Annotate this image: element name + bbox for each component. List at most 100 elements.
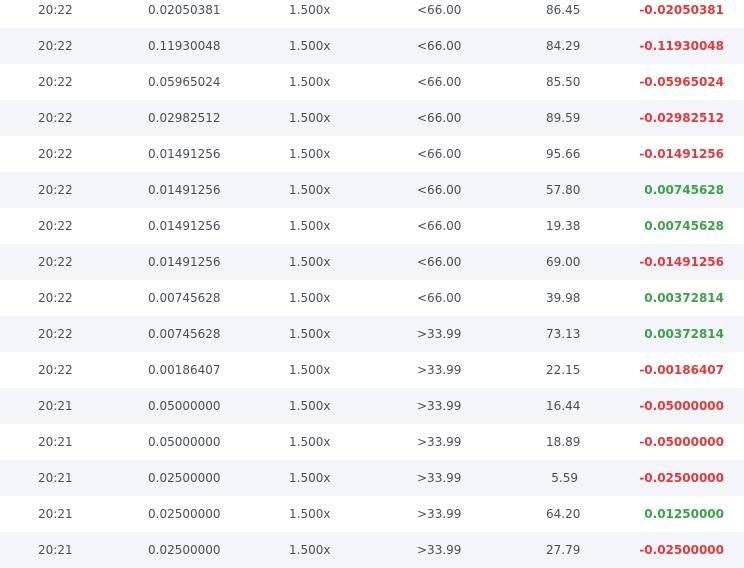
- bet-amount-cell: 0.01491256: [148, 183, 221, 197]
- table-row[interactable]: 20:22 0.00186407 1.500x >33.99 22.15 -0.…: [0, 352, 744, 388]
- table-row[interactable]: 20:21 0.05000000 1.500x >33.99 16.44 -0.…: [0, 388, 744, 424]
- time-cell: 20:21: [38, 435, 73, 449]
- profit-cell: 0.00372814: [644, 327, 724, 341]
- bet-amount-cell: 0.00745628: [148, 291, 221, 305]
- table-row[interactable]: 20:22 0.01491256 1.500x <66.00 69.00 -0.…: [0, 244, 744, 280]
- time-cell: 20:22: [38, 219, 73, 233]
- target-cell: <66.00: [417, 219, 462, 233]
- bet-amount-cell: 0.00186407: [148, 363, 221, 377]
- time-cell: 20:22: [38, 75, 73, 89]
- time-cell: 20:22: [38, 255, 73, 269]
- bet-amount-cell: 0.02500000: [148, 543, 221, 557]
- payout-cell: 1.500x: [289, 147, 331, 161]
- bet-amount-cell: 0.01491256: [148, 219, 221, 233]
- bet-amount-cell: 0.01491256: [148, 255, 221, 269]
- time-cell: 20:22: [38, 3, 73, 17]
- bet-history-table: 20:22 0.02050381 1.500x <66.00 86.45 -0.…: [0, 0, 744, 568]
- payout-cell: 1.500x: [289, 291, 331, 305]
- table-row[interactable]: 20:21 0.02500000 1.500x >33.99 27.79 -0.…: [0, 532, 744, 568]
- profit-cell: -0.05000000: [639, 435, 724, 449]
- bet-amount-cell: 0.05965024: [148, 75, 221, 89]
- target-cell: >33.99: [417, 399, 462, 413]
- payout-cell: 1.500x: [289, 399, 331, 413]
- time-cell: 20:22: [38, 183, 73, 197]
- profit-cell: -0.02982512: [639, 111, 724, 125]
- profit-cell: -0.11930048: [639, 39, 724, 53]
- time-cell: 20:22: [38, 291, 73, 305]
- payout-cell: 1.500x: [289, 3, 331, 17]
- time-cell: 20:21: [38, 507, 73, 521]
- target-cell: >33.99: [417, 507, 462, 521]
- bet-amount-cell: 0.02050381: [148, 3, 221, 17]
- bet-amount-cell: 0.02500000: [148, 471, 221, 485]
- time-cell: 20:21: [38, 471, 73, 485]
- profit-cell: -0.00186407: [639, 363, 724, 377]
- target-cell: >33.99: [417, 363, 462, 377]
- roll-cell: 18.89: [546, 435, 581, 449]
- table-row[interactable]: 20:22 0.11930048 1.500x <66.00 84.29 -0.…: [0, 28, 744, 64]
- profit-cell: -0.02500000: [639, 471, 724, 485]
- table-row[interactable]: 20:22 0.01491256 1.500x <66.00 57.80 0.0…: [0, 172, 744, 208]
- profit-cell: 0.00745628: [644, 183, 724, 197]
- table-row[interactable]: 20:22 0.00745628 1.500x >33.99 73.13 0.0…: [0, 316, 744, 352]
- table-row[interactable]: 20:22 0.02050381 1.500x <66.00 86.45 -0.…: [0, 0, 744, 28]
- time-cell: 20:22: [38, 39, 73, 53]
- roll-cell: 69.00: [546, 255, 581, 269]
- table-row[interactable]: 20:22 0.05965024 1.500x <66.00 85.50 -0.…: [0, 64, 744, 100]
- table-row[interactable]: 20:22 0.01491256 1.500x <66.00 19.38 0.0…: [0, 208, 744, 244]
- payout-cell: 1.500x: [289, 255, 331, 269]
- time-cell: 20:21: [38, 399, 73, 413]
- bet-amount-cell: 0.11930048: [148, 39, 221, 53]
- table-row[interactable]: 20:22 0.00745628 1.500x <66.00 39.98 0.0…: [0, 280, 744, 316]
- target-cell: >33.99: [417, 435, 462, 449]
- time-cell: 20:22: [38, 111, 73, 125]
- bet-amount-cell: 0.02500000: [148, 507, 221, 521]
- target-cell: >33.99: [417, 543, 462, 557]
- payout-cell: 1.500x: [289, 327, 331, 341]
- bet-amount-cell: 0.00745628: [148, 327, 221, 341]
- roll-cell: 22.15: [546, 363, 581, 377]
- target-cell: <66.00: [417, 75, 462, 89]
- profit-cell: -0.01491256: [639, 147, 724, 161]
- roll-cell: 5.59: [551, 471, 578, 485]
- profit-cell: -0.05965024: [639, 75, 724, 89]
- target-cell: <66.00: [417, 111, 462, 125]
- payout-cell: 1.500x: [289, 183, 331, 197]
- profit-cell: -0.05000000: [639, 399, 724, 413]
- roll-cell: 84.29: [546, 39, 581, 53]
- payout-cell: 1.500x: [289, 75, 331, 89]
- bet-amount-cell: 0.01491256: [148, 147, 221, 161]
- target-cell: >33.99: [417, 327, 462, 341]
- bet-amount-cell: 0.05000000: [148, 399, 221, 413]
- target-cell: <66.00: [417, 255, 462, 269]
- payout-cell: 1.500x: [289, 543, 331, 557]
- time-cell: 20:22: [38, 363, 73, 377]
- table-row[interactable]: 20:21 0.02500000 1.500x >33.99 5.59 -0.0…: [0, 460, 744, 496]
- table-row[interactable]: 20:21 0.02500000 1.500x >33.99 64.20 0.0…: [0, 496, 744, 532]
- roll-cell: 73.13: [546, 327, 581, 341]
- profit-cell: -0.01491256: [639, 255, 724, 269]
- payout-cell: 1.500x: [289, 471, 331, 485]
- table-row[interactable]: 20:22 0.02982512 1.500x <66.00 89.59 -0.…: [0, 100, 744, 136]
- target-cell: <66.00: [417, 39, 462, 53]
- table-row[interactable]: 20:21 0.05000000 1.500x >33.99 18.89 -0.…: [0, 424, 744, 460]
- table-row[interactable]: 20:22 0.01491256 1.500x <66.00 95.66 -0.…: [0, 136, 744, 172]
- roll-cell: 95.66: [546, 147, 581, 161]
- profit-cell: 0.00372814: [644, 291, 724, 305]
- profit-cell: -0.02050381: [639, 3, 724, 17]
- payout-cell: 1.500x: [289, 435, 331, 449]
- target-cell: <66.00: [417, 183, 462, 197]
- bet-amount-cell: 0.02982512: [148, 111, 221, 125]
- target-cell: <66.00: [417, 291, 462, 305]
- target-cell: >33.99: [417, 471, 462, 485]
- time-cell: 20:22: [38, 327, 73, 341]
- profit-cell: 0.00745628: [644, 219, 724, 233]
- payout-cell: 1.500x: [289, 507, 331, 521]
- payout-cell: 1.500x: [289, 111, 331, 125]
- roll-cell: 89.59: [546, 111, 581, 125]
- roll-cell: 27.79: [546, 543, 581, 557]
- time-cell: 20:21: [38, 543, 73, 557]
- profit-cell: -0.02500000: [639, 543, 724, 557]
- roll-cell: 19.38: [546, 219, 581, 233]
- payout-cell: 1.500x: [289, 363, 331, 377]
